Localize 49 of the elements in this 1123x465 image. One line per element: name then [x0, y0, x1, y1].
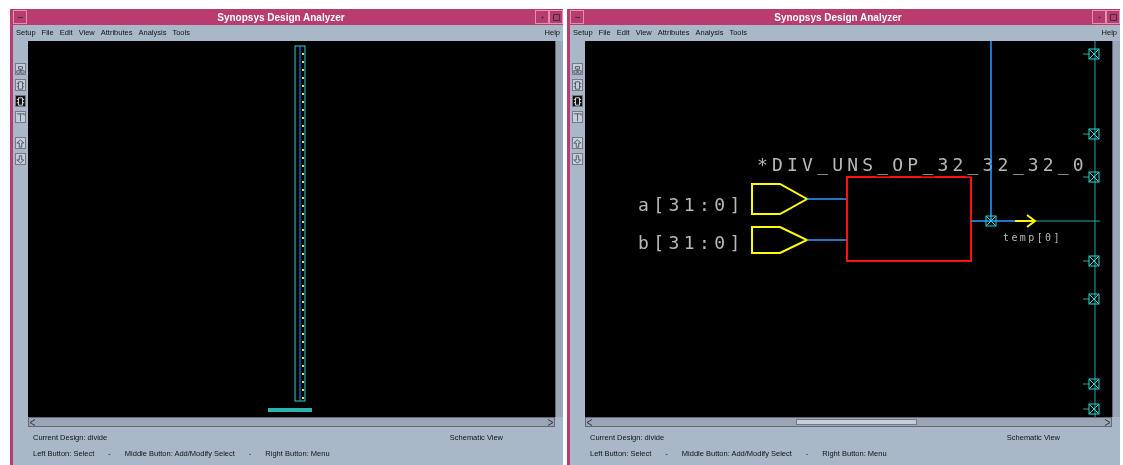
up-arrow-icon — [16, 137, 25, 149]
chip-icon — [16, 79, 25, 91]
down-arrow-icon — [573, 153, 582, 165]
maximize-button[interactable] — [549, 10, 563, 24]
window-title: Synopsys Design Analyzer — [773, 10, 903, 25]
square-icon — [552, 13, 560, 21]
input-port-icon — [751, 226, 810, 254]
text-tool-icon — [573, 111, 582, 123]
horizontal-scrollbar[interactable] — [28, 417, 555, 427]
input-port-icon — [751, 183, 810, 215]
pin-icon — [1082, 255, 1100, 267]
minimize-button[interactable] — [1092, 10, 1106, 24]
pin-icon — [1082, 128, 1100, 140]
tool-button[interactable] — [15, 95, 26, 107]
square-icon — [1109, 13, 1117, 21]
window-menu-button[interactable] — [570, 10, 584, 24]
hierarchy-icon — [573, 63, 582, 75]
text-tool-icon — [16, 111, 25, 123]
up-arrow-icon — [573, 137, 582, 149]
horizontal-scrollbar[interactable] — [585, 417, 1112, 427]
pin-icon — [1082, 48, 1100, 60]
pin-icon — [1082, 293, 1100, 305]
wire — [806, 198, 848, 200]
chip-icon — [16, 95, 25, 107]
vertical-scrollbar[interactable] — [555, 41, 563, 417]
pin-icon — [985, 215, 997, 227]
tool-button[interactable] — [572, 95, 583, 107]
pin-icon — [1082, 378, 1100, 390]
maximize-button[interactable] — [1106, 10, 1120, 24]
pin-icon — [1082, 403, 1100, 415]
chip-icon — [573, 95, 582, 107]
scroll-right-icon — [1104, 418, 1111, 426]
window-title: Synopsys Design Analyzer — [216, 10, 346, 25]
scrollbar-thumb[interactable] — [796, 419, 917, 425]
window-menu-button[interactable] — [13, 10, 27, 24]
vertical-scrollbar[interactable] — [1112, 41, 1120, 417]
port-label: a[31:0] — [638, 194, 745, 215]
output-port-icon — [1014, 214, 1037, 228]
down-arrow-icon — [16, 153, 25, 165]
hierarchy-icon — [16, 63, 25, 75]
port-label: b[31:0] — [638, 232, 745, 253]
scroll-left-icon — [29, 418, 36, 426]
pin-icon — [1082, 171, 1100, 183]
scroll-right-icon — [547, 418, 554, 426]
scroll-left-icon — [586, 418, 593, 426]
port-label: temp[0] — [1003, 232, 1062, 243]
minimize-button[interactable] — [535, 10, 549, 24]
chip-icon — [573, 79, 582, 91]
wire — [806, 239, 848, 241]
